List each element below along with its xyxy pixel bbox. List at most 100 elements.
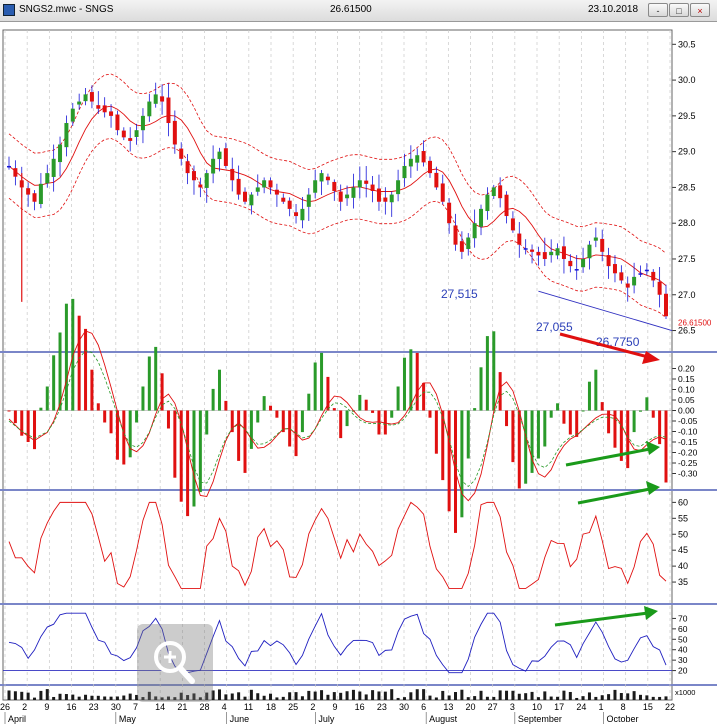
x-day-tick-label: 8: [621, 702, 626, 712]
x-day-tick-label: 23: [377, 702, 387, 712]
candle-body: [383, 197, 388, 202]
candle-body: [45, 173, 50, 184]
macd-histogram-bar: [77, 315, 81, 411]
x-day-tick-label: 16: [355, 702, 365, 712]
volume-bar: [128, 693, 132, 700]
panel-separator: [0, 684, 717, 686]
oscillator2-tick-label: 60: [678, 624, 688, 634]
macd-histogram-bar: [556, 403, 560, 411]
minimize-button[interactable]: -: [648, 3, 668, 17]
candle-body: [319, 173, 324, 182]
candle-body: [504, 194, 509, 217]
x-day-tick-label: 26: [0, 702, 10, 712]
volume-scale-label: x1000: [675, 688, 695, 697]
candle-body: [587, 244, 592, 259]
candle-body: [179, 148, 184, 159]
macd-histogram-bar: [492, 331, 496, 411]
zoom-button[interactable]: [137, 624, 213, 702]
volume-bar: [600, 695, 604, 700]
macd-histogram-bar: [658, 410, 662, 445]
macd-histogram-bar: [434, 410, 438, 454]
volume-bar: [300, 696, 304, 700]
volume-bar: [326, 694, 330, 700]
window-titlebar: SNGS2.mwc - SNGS 26.61500 23.10.2018 - □…: [0, 0, 717, 22]
x-day-tick-label: 23: [89, 702, 99, 712]
candle-body: [402, 165, 407, 179]
macd-histogram-bar: [485, 336, 489, 411]
macd-histogram-bar: [192, 410, 196, 507]
candle-body: [453, 225, 458, 245]
macd-histogram-bar: [224, 400, 228, 411]
candle-body: [325, 176, 330, 181]
candle-body: [153, 94, 158, 104]
x-day-tick-label: 21: [177, 702, 187, 712]
volume-bar: [492, 696, 496, 700]
candle-body: [268, 180, 273, 188]
volume-bar: [402, 697, 406, 700]
price-tick-label: 30.0: [678, 75, 696, 85]
volume-bar: [619, 693, 623, 700]
macd-histogram-bar: [505, 410, 509, 427]
volume-bar: [575, 697, 579, 700]
candle-body: [204, 173, 209, 188]
macd-histogram-bar: [530, 410, 534, 473]
macd-histogram-bar: [651, 410, 655, 418]
oscillator-tick-label: 45: [678, 545, 688, 555]
volume-bar: [479, 690, 483, 700]
candle-body: [357, 180, 362, 188]
volume-bar: [313, 691, 317, 700]
volume-bar: [364, 694, 368, 700]
macd-histogram-bar: [275, 410, 279, 418]
volume-bar: [45, 689, 49, 700]
candle-body: [96, 105, 101, 109]
x-day-tick-label: 11: [244, 702, 253, 712]
volume-bar: [530, 691, 534, 700]
oscillator-tick-label: 50: [678, 529, 688, 539]
volume-bar: [517, 693, 521, 700]
price-tick-label: 30.5: [678, 39, 696, 49]
candle-body: [121, 130, 126, 138]
close-button[interactable]: ×: [690, 3, 710, 17]
oscillator2-tick-label: 70: [678, 613, 688, 623]
volume-bar: [568, 691, 572, 700]
last-price-readout: 26.61500: [330, 4, 372, 15]
macd-histogram-bar: [549, 410, 553, 418]
volume-bar: [281, 696, 285, 700]
macd-histogram-bar: [90, 369, 94, 411]
macd-histogram-bar: [205, 410, 209, 435]
oscillator2-tick-label: 30: [678, 655, 688, 665]
volume-bar: [262, 695, 266, 700]
oscillator-tick-label: 55: [678, 513, 688, 523]
macd-histogram-bar: [587, 381, 591, 411]
macd-histogram-bar: [166, 410, 170, 429]
macd-histogram-bar: [460, 410, 464, 518]
macd-tick-label: -0.15: [678, 437, 698, 447]
macd-histogram-bar: [517, 410, 521, 489]
candle-body: [255, 187, 260, 192]
volume-bar: [415, 689, 419, 700]
volume-bar: [122, 695, 126, 700]
macd-histogram-bar: [345, 410, 349, 427]
candle-body: [287, 200, 292, 209]
volume-bar: [217, 689, 221, 700]
candle-body: [134, 130, 139, 138]
candle-body: [593, 237, 598, 241]
panel-separator: [0, 489, 717, 491]
volume-bar: [626, 693, 630, 700]
macd-histogram-bar: [511, 410, 515, 463]
price-tick-label: 28.5: [678, 182, 696, 192]
stock-chart: 30.530.029.529.028.528.027.527.026.5 0.2…: [0, 29, 717, 724]
candle-body: [345, 194, 350, 199]
price-annotation-267750: 26,7750: [596, 335, 640, 349]
x-month-label: April: [8, 714, 26, 724]
macd-histogram-bar: [415, 352, 419, 411]
candle-body: [421, 151, 426, 163]
macd-histogram-bar: [154, 346, 158, 411]
oscillator2-tick-label: 40: [678, 645, 688, 655]
macd-histogram-bar: [249, 410, 253, 449]
macd-histogram-bar: [364, 399, 368, 411]
volume-bar: [632, 691, 636, 700]
candle-body: [632, 276, 637, 286]
maximize-button[interactable]: □: [669, 3, 689, 17]
volume-bar: [511, 690, 515, 700]
